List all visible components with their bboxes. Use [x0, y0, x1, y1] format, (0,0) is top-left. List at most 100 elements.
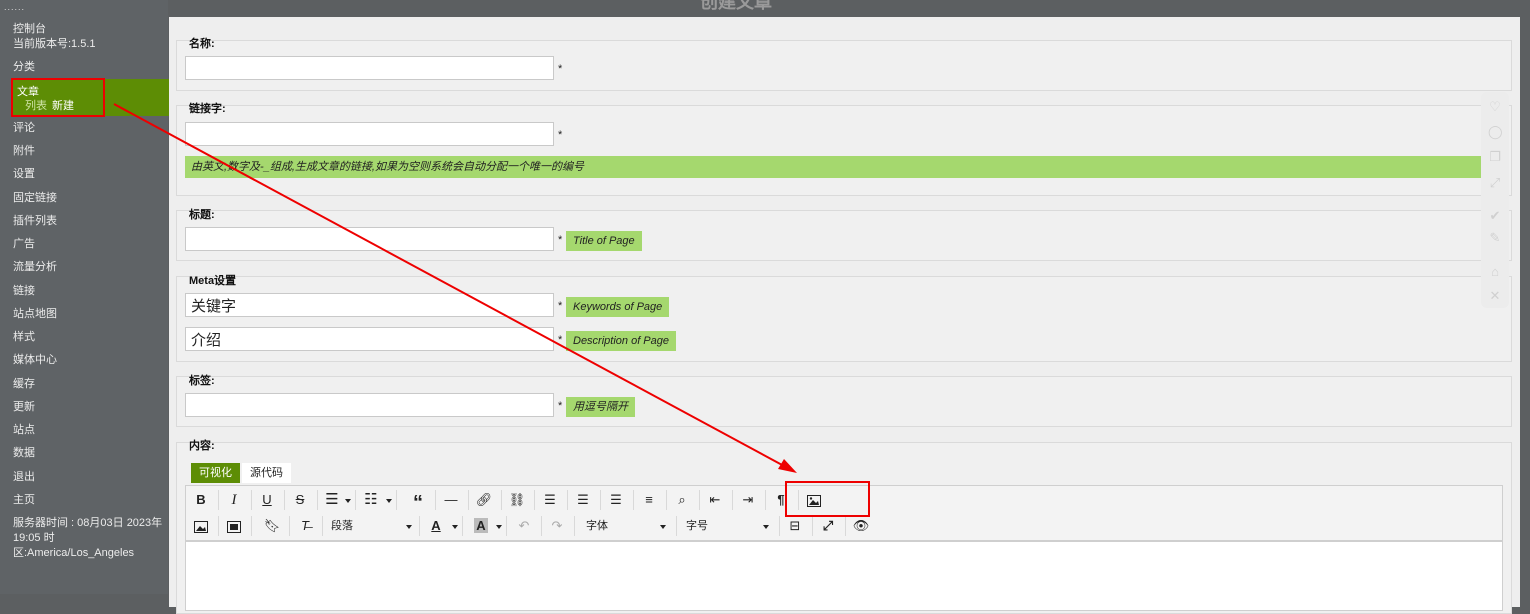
bold-icon[interactable]: B [189, 489, 213, 511]
toolbar-separator [251, 490, 252, 510]
copy-icon[interactable]: ❐ [1488, 150, 1502, 164]
tags-input[interactable] [185, 393, 554, 417]
toolbar-separator [468, 490, 469, 510]
align-right-icon[interactable]: ☰ [604, 489, 628, 511]
comment-icon[interactable]: ◯ [1488, 125, 1503, 139]
preview-icon[interactable]: 👁︎ [849, 515, 873, 537]
toolbar-separator [251, 516, 252, 536]
title-input[interactable] [185, 227, 554, 251]
sidebar-item-permalinks[interactable]: 固定链接 [13, 191, 57, 205]
horizontal-rule-icon[interactable]: — [439, 489, 463, 511]
underline-icon[interactable]: U [255, 489, 279, 511]
toolbar-separator [732, 490, 733, 510]
sidebar-item-styles[interactable]: 样式 [13, 330, 35, 344]
tags-hint: 用逗号隔开 [566, 397, 635, 417]
outdent-icon[interactable]: ⇤ [703, 489, 727, 511]
slug-section [176, 105, 1512, 196]
sidebar-item-settings[interactable]: 设置 [13, 167, 35, 181]
content-editor[interactable] [185, 541, 1503, 611]
sidebar-item-media[interactable]: 媒体中心 [13, 353, 57, 367]
sidebar-item-attachments[interactable]: 附件 [13, 144, 35, 158]
media-icon[interactable] [222, 515, 246, 537]
toolbar-separator [218, 516, 219, 536]
heart-icon[interactable]: ♡ [1488, 100, 1502, 114]
slug-input[interactable] [185, 122, 554, 146]
toolbar-separator [633, 490, 634, 510]
paragraph-select[interactable]: 段落 [331, 515, 353, 537]
fullscreen-icon[interactable]: ⤢ [816, 515, 840, 537]
floating-side-panel: ♡ ◯ ❐ ⤢ ✔ ✎ ⌂ ✕ [1481, 92, 1509, 308]
pencil-icon[interactable]: ✎ [1488, 231, 1502, 245]
sidebar-item-logout[interactable]: 退出 [13, 470, 35, 484]
chevron-down-icon[interactable] [406, 525, 412, 529]
title-hint: Title of Page [566, 231, 642, 251]
undo-icon[interactable]: ↶ [512, 515, 536, 537]
sidebar-item-comments[interactable]: 评论 [13, 121, 35, 135]
redo-icon[interactable]: ↷ [545, 515, 569, 537]
font-size-select[interactable]: 字号 [686, 515, 708, 537]
sidebar-item-articles[interactable]: 文章 列表 新建 [11, 79, 169, 116]
check-icon[interactable]: ✔ [1488, 209, 1502, 223]
chevron-down-icon[interactable] [496, 525, 502, 529]
link-icon[interactable]: 🔗︎ [472, 489, 496, 511]
align-center-icon[interactable]: ☰ [571, 489, 595, 511]
keywords-input[interactable] [185, 293, 554, 317]
toolbar-separator [396, 490, 397, 510]
chevron-down-icon[interactable] [660, 525, 666, 529]
align-justify-icon[interactable]: ≡ [637, 489, 661, 511]
sidebar-item-analytics[interactable]: 流量分析 [13, 260, 57, 274]
blockquote-icon[interactable]: “ [406, 489, 430, 514]
tab-source[interactable]: 源代码 [242, 463, 291, 483]
name-input[interactable] [185, 56, 554, 80]
text-color-icon[interactable]: A [424, 515, 448, 537]
sidebar-item-data[interactable]: 数据 [13, 446, 35, 460]
font-family-select[interactable]: 字体 [586, 515, 608, 537]
strikethrough-icon[interactable]: S [288, 489, 312, 511]
image-icon[interactable] [802, 489, 826, 511]
sidebar-item-categories[interactable]: 分类 [13, 60, 35, 74]
chevron-down-icon[interactable] [452, 525, 458, 529]
find-icon[interactable]: ⌕ [670, 489, 694, 511]
home-icon[interactable]: ⌂ [1488, 265, 1502, 279]
chevron-down-icon[interactable] [345, 499, 351, 503]
tab-visual[interactable]: 可视化 [191, 463, 240, 483]
sidebar: ...... 控制台 当前版本号:1.5.1 分类 文章 列表 新建 评论 附件 … [0, 0, 169, 594]
sidebar-item-home[interactable]: 主页 [13, 493, 35, 507]
toolbar-separator [779, 516, 780, 536]
numbered-list-icon[interactable]: ☷ [359, 489, 383, 511]
expand-icon[interactable]: ⤢ [1488, 176, 1502, 190]
indent-icon[interactable]: ⇥ [736, 489, 760, 511]
bookmark-icon[interactable]: 🔖︎ [260, 515, 284, 537]
sidebar-item-update[interactable]: 更新 [13, 400, 35, 414]
sidebar-item-dashboard[interactable]: 控制台 [13, 22, 46, 36]
sidebar-item-cache[interactable]: 缓存 [13, 377, 35, 391]
chevron-down-icon[interactable] [386, 499, 392, 503]
content-label: 内容: [189, 440, 215, 452]
sidebar-subitem-list[interactable]: 列表 [25, 100, 47, 112]
sidebar-subitem-new[interactable]: 新建 [52, 100, 74, 112]
sidebar-item-site[interactable]: 站点 [13, 423, 35, 437]
pilcrow-icon[interactable]: ¶ [769, 489, 793, 511]
image-insert-icon[interactable] [189, 515, 213, 537]
sidebar-item-links[interactable]: 链接 [13, 284, 35, 298]
toolbar-separator [567, 490, 568, 510]
description-required-star: * [558, 334, 563, 346]
unlink-icon[interactable]: ⛓︎ [505, 489, 529, 511]
toolbar-separator [534, 490, 535, 510]
toolbar-separator [435, 490, 436, 510]
description-input[interactable] [185, 327, 554, 351]
align-left-icon[interactable]: ☰ [538, 489, 562, 511]
toolbar-separator [218, 490, 219, 510]
sidebar-item-ads[interactable]: 广告 [13, 237, 35, 251]
background-color-icon[interactable]: A [469, 515, 493, 537]
right-backdrop [1520, 0, 1530, 594]
sidebar-item-plugins[interactable]: 插件列表 [13, 214, 57, 228]
sidebar-item-sitemap[interactable]: 站点地图 [13, 307, 57, 321]
clear-format-icon[interactable]: T̶ [293, 515, 317, 537]
page-break-icon[interactable]: ⊟ [783, 515, 807, 537]
bullet-list-icon[interactable]: ☰ [320, 489, 344, 511]
close-icon[interactable]: ✕ [1488, 289, 1502, 303]
toolbar-separator [574, 516, 575, 536]
chevron-down-icon[interactable] [763, 525, 769, 529]
italic-icon[interactable]: I [222, 489, 246, 511]
